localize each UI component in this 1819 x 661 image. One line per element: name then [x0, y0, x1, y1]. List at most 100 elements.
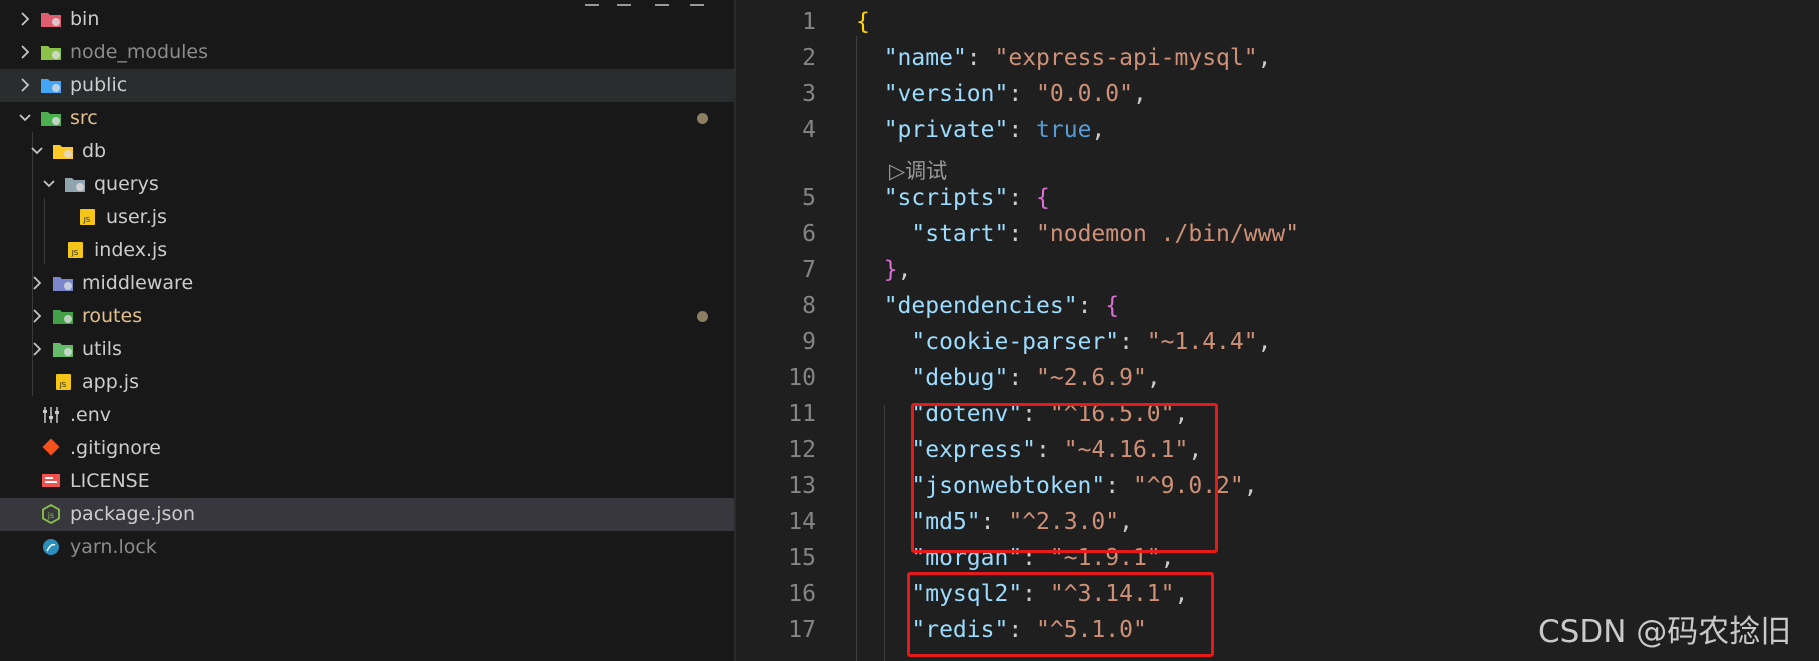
code-text: "scripts": { — [856, 185, 1050, 211]
code-line[interactable]: 12 "express": "~4.16.1", — [736, 434, 1819, 470]
explorer-item[interactable]: src — [0, 102, 734, 135]
line-number: 9 — [802, 329, 816, 355]
line-number: 10 — [788, 365, 816, 391]
code-line[interactable]: 4 "private": true, — [736, 114, 1819, 150]
code-line[interactable]: 10 "debug": "~2.6.9", — [736, 362, 1819, 398]
folder-public-icon — [41, 79, 61, 93]
code-token: "0.0.0" — [1036, 81, 1133, 107]
code-token: , — [1257, 45, 1272, 71]
explorer-item-label: index.js — [94, 239, 168, 261]
code-line[interactable]: 2 "name": "express-api-mysql", — [736, 42, 1819, 78]
explorer-item[interactable]: JS index.js — [0, 234, 734, 267]
code-token: : — [1008, 365, 1037, 391]
code-token: , — [1243, 473, 1258, 499]
explorer-item-label: yarn.lock — [70, 536, 157, 558]
explorer-item[interactable]: node_modules — [0, 36, 734, 69]
chevron-right-icon[interactable] — [30, 275, 44, 291]
js-file-icon: JS — [56, 374, 71, 390]
explorer-item[interactable]: LICENSE — [0, 465, 734, 498]
explorer-item[interactable]: yarn.lock — [0, 531, 734, 564]
code-line[interactable]: 6 "start": "nodemon ./bin/www" — [736, 218, 1819, 254]
code-token: , — [1257, 329, 1272, 355]
chevron-down-icon[interactable] — [30, 143, 44, 159]
explorer-item[interactable]: utils — [0, 333, 734, 366]
line-number: 7 — [802, 257, 816, 283]
code-text: { — [856, 9, 870, 35]
explorer-item-label: .env — [70, 404, 112, 426]
svg-text:JS: JS — [71, 249, 79, 257]
code-token: "nodemon ./bin/www" — [1036, 221, 1300, 247]
chevron-right-icon[interactable] — [30, 341, 44, 357]
explorer-item[interactable]: querys — [0, 168, 734, 201]
code-token: true — [1036, 117, 1092, 143]
explorer-item[interactable]: .env — [0, 399, 734, 432]
code-token: , — [1132, 81, 1147, 107]
file-explorer: bin node_modulespublic src db querys JS user.j… — [0, 0, 734, 661]
code-token: : — [966, 45, 995, 71]
git-icon — [42, 438, 60, 456]
chevron-right-icon[interactable] — [18, 44, 32, 60]
explorer-item[interactable]: .gitignore — [0, 432, 734, 465]
code-line[interactable]: 15 "morgan": "~1.9.1", — [736, 542, 1819, 578]
env-settings-icon — [43, 407, 59, 423]
code-token: "debug" — [911, 365, 1009, 391]
explorer-item[interactable]: public — [0, 69, 734, 102]
chevron-down-icon[interactable] — [42, 176, 56, 192]
code-token: } — [883, 257, 898, 283]
code-line[interactable]: 3 "version": "0.0.0", — [736, 78, 1819, 114]
code-token: "name" — [883, 45, 967, 71]
svg-text:JS: JS — [83, 216, 91, 224]
code-text: "start": "nodemon ./bin/www" — [856, 221, 1299, 247]
chevron-right-icon[interactable] — [18, 77, 32, 93]
explorer-item[interactable]: db — [0, 135, 734, 168]
chevron-down-icon[interactable] — [18, 110, 32, 126]
explorer-item[interactable]: bin — [0, 3, 734, 36]
explorer-item[interactable]: JS user.js — [0, 201, 734, 234]
code-text: "version": "0.0.0", — [856, 81, 1147, 107]
svg-text:js: js — [47, 511, 54, 520]
chevron-right-icon[interactable] — [30, 308, 44, 324]
line-number: 16 — [788, 581, 816, 607]
chevron-right-icon[interactable] — [18, 11, 32, 27]
folder-utils-icon — [53, 343, 73, 357]
code-line[interactable]: 11 "dotenv": "^16.5.0", — [736, 398, 1819, 434]
code-token: "~2.6.9" — [1036, 365, 1147, 391]
explorer-item-label: user.js — [106, 206, 167, 228]
code-token: "dependencies" — [883, 293, 1078, 319]
line-number: 17 — [788, 617, 816, 643]
explorer-item-label: .gitignore — [70, 437, 161, 459]
code-editor[interactable]: ▷调试 1{2 "name": "express-api-mysql", 3 "v… — [736, 0, 1819, 661]
code-line[interactable]: 1{ — [736, 6, 1819, 42]
line-number: 11 — [788, 401, 816, 427]
code-line[interactable]: 7 }, — [736, 254, 1819, 290]
explorer-item-label: middleware — [82, 272, 194, 294]
code-line[interactable]: 5 "scripts": { — [736, 182, 1819, 218]
js-file-icon: JS — [68, 242, 83, 258]
explorer-item[interactable]: middleware — [0, 267, 734, 300]
explorer-item-label: src — [70, 107, 98, 129]
line-number: 3 — [802, 81, 816, 107]
modified-dot-icon — [697, 113, 708, 124]
code-line[interactable]: 14 "md5": "^2.3.0", — [736, 506, 1819, 542]
explorer-item-label: public — [70, 74, 128, 96]
code-token: "start" — [911, 221, 1009, 247]
explorer-item[interactable]: js package.json — [0, 498, 734, 531]
explorer-item[interactable]: routes — [0, 300, 734, 333]
code-token: "~1.4.4" — [1146, 329, 1258, 355]
code-line[interactable]: 9 "cookie-parser": "~1.4.4", — [736, 326, 1819, 362]
modified-dot-icon — [697, 311, 708, 322]
explorer-item-label: db — [82, 140, 107, 162]
code-line[interactable]: 13 "jsonwebtoken": "^9.0.2", — [736, 470, 1819, 506]
explorer-item[interactable]: JS app.js — [0, 366, 734, 399]
folder-bin-icon — [41, 13, 61, 27]
code-token: , — [1091, 117, 1106, 143]
svg-text:JS: JS — [59, 381, 67, 389]
debug-codelens[interactable]: ▷调试 — [889, 155, 947, 185]
code-line[interactable]: 8 "dependencies": { — [736, 290, 1819, 326]
